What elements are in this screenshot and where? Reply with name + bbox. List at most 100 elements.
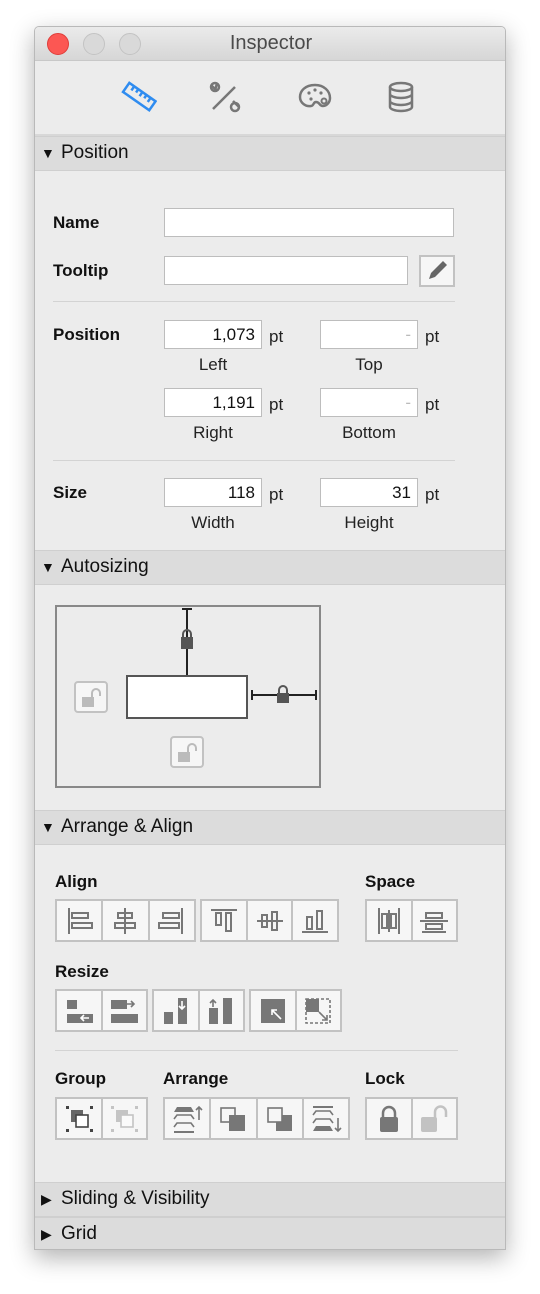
right-field[interactable]: 1,191 xyxy=(164,388,262,417)
resize-to-smallest-button[interactable] xyxy=(251,991,297,1030)
group-button[interactable] xyxy=(57,1099,103,1138)
resize-label: Resize xyxy=(55,962,109,981)
width-label: Width xyxy=(191,513,235,532)
name-field[interactable] xyxy=(164,208,454,237)
lock-buttons xyxy=(365,1097,458,1140)
size-label: Size xyxy=(53,483,88,502)
section-title: Sliding & Visibility xyxy=(61,1188,210,1209)
tooltip-field[interactable] xyxy=(164,256,408,285)
group-icon xyxy=(65,1105,93,1132)
resize-to-narrowest-button[interactable] xyxy=(57,991,103,1030)
edit-tooltip-button[interactable] xyxy=(419,255,455,287)
resize-largest-icon xyxy=(305,997,332,1024)
send-to-back-icon xyxy=(312,1105,342,1132)
resize-to-largest-button[interactable] xyxy=(297,991,341,1030)
align-center-horizontal-button[interactable] xyxy=(103,901,150,940)
align-right-icon xyxy=(157,907,183,934)
height-field[interactable]: 31 xyxy=(320,478,418,507)
disclosure-expanded-icon: ▼ xyxy=(41,145,55,161)
align-left-icon xyxy=(68,907,94,934)
unit-label: pt xyxy=(269,327,284,346)
disclosure-collapsed-icon: ▶ xyxy=(41,1226,52,1242)
align-top-button[interactable] xyxy=(202,901,248,940)
space-group xyxy=(365,899,458,942)
name-label: Name xyxy=(53,213,100,232)
unlock-bottom-icon[interactable] xyxy=(170,736,204,768)
disclosure-expanded-icon: ▼ xyxy=(41,559,55,575)
resize-tallest-icon xyxy=(209,997,233,1024)
right-label: Right xyxy=(193,423,233,442)
resize-widest-icon xyxy=(111,999,139,1023)
space-horizontal-icon xyxy=(377,907,400,934)
resize-width-group xyxy=(55,989,148,1032)
align-middle-button[interactable] xyxy=(248,901,294,940)
resize-both-group xyxy=(249,989,342,1032)
align-top-icon xyxy=(210,908,237,932)
lock-icon xyxy=(379,1105,398,1132)
bring-forward-icon xyxy=(220,1106,246,1131)
space-vertical-button[interactable] xyxy=(413,901,457,940)
database-icon[interactable] xyxy=(383,79,419,115)
lock-button[interactable] xyxy=(367,1099,413,1138)
resize-narrowest-icon xyxy=(66,999,93,1023)
bring-to-front-button[interactable] xyxy=(165,1099,212,1138)
resize-shortest-icon xyxy=(163,997,187,1024)
resize-to-widest-button[interactable] xyxy=(103,991,147,1030)
inspector-toolbar xyxy=(35,61,505,136)
unit-label: pt xyxy=(269,485,284,504)
unit-label: pt xyxy=(425,485,440,504)
arrange-label: Arrange xyxy=(163,1069,229,1088)
send-backward-button[interactable] xyxy=(258,1099,304,1138)
tooltip-label: Tooltip xyxy=(53,261,109,280)
section-arrange-align-header[interactable]: ▼ Arrange & Align xyxy=(35,810,505,845)
ungroup-icon xyxy=(111,1105,139,1132)
left-field[interactable]: 1,073 xyxy=(164,320,262,349)
align-label: Align xyxy=(55,872,98,891)
section-position-header[interactable]: ▼ Position xyxy=(35,136,505,171)
arrange-buttons xyxy=(163,1097,350,1140)
group-buttons xyxy=(55,1097,148,1140)
space-vertical-icon xyxy=(420,911,449,933)
ungroup-button[interactable] xyxy=(103,1099,147,1138)
unlock-left-icon[interactable] xyxy=(74,681,108,713)
window-title: Inspector xyxy=(229,32,313,54)
width-field[interactable]: 118 xyxy=(164,478,262,507)
unlock-icon xyxy=(421,1104,448,1132)
disclosure-collapsed-icon: ▶ xyxy=(41,1191,52,1207)
unit-label: pt xyxy=(425,327,440,346)
align-right-button[interactable] xyxy=(150,901,194,940)
unit-label: pt xyxy=(269,395,284,414)
palette-icon[interactable] xyxy=(297,79,333,115)
section-title: Autosizing xyxy=(61,556,149,577)
inspector-window: Inspector ▼ Position Name Tooltip Positio… xyxy=(34,26,506,1250)
send-to-back-button[interactable] xyxy=(304,1099,348,1138)
align-bottom-icon xyxy=(302,909,329,933)
align-bottom-button[interactable] xyxy=(293,901,337,940)
align-left-button[interactable] xyxy=(57,901,104,940)
divider xyxy=(53,460,455,461)
bottom-label: Bottom xyxy=(342,423,396,442)
ruler-icon[interactable] xyxy=(121,79,157,115)
align-middle-icon xyxy=(256,910,283,931)
section-title: Position xyxy=(61,142,129,163)
resize-to-tallest-button[interactable] xyxy=(200,991,244,1030)
space-horizontal-button[interactable] xyxy=(367,901,413,940)
pencil-icon xyxy=(429,261,447,279)
section-autosizing-header[interactable]: ▼ Autosizing xyxy=(35,550,505,585)
space-label: Space xyxy=(365,872,416,891)
tools-icon[interactable] xyxy=(207,79,243,115)
align-horizontal-group xyxy=(55,899,196,942)
top-field[interactable]: - xyxy=(320,320,418,349)
bottom-field[interactable]: - xyxy=(320,388,418,417)
resize-smallest-icon xyxy=(260,998,285,1023)
unlock-button[interactable] xyxy=(413,1099,457,1138)
resize-to-shortest-button[interactable] xyxy=(154,991,200,1030)
bring-forward-button[interactable] xyxy=(211,1099,258,1138)
section-title: Grid xyxy=(61,1223,97,1244)
autosizing-diagram[interactable] xyxy=(55,605,321,789)
section-sliding-visibility-header[interactable]: ▶ Sliding & Visibility xyxy=(35,1182,505,1217)
height-label: Height xyxy=(344,513,394,532)
disclosure-expanded-icon: ▼ xyxy=(41,819,55,835)
resize-height-group xyxy=(152,989,245,1032)
section-grid-header[interactable]: ▶ Grid xyxy=(35,1217,505,1249)
